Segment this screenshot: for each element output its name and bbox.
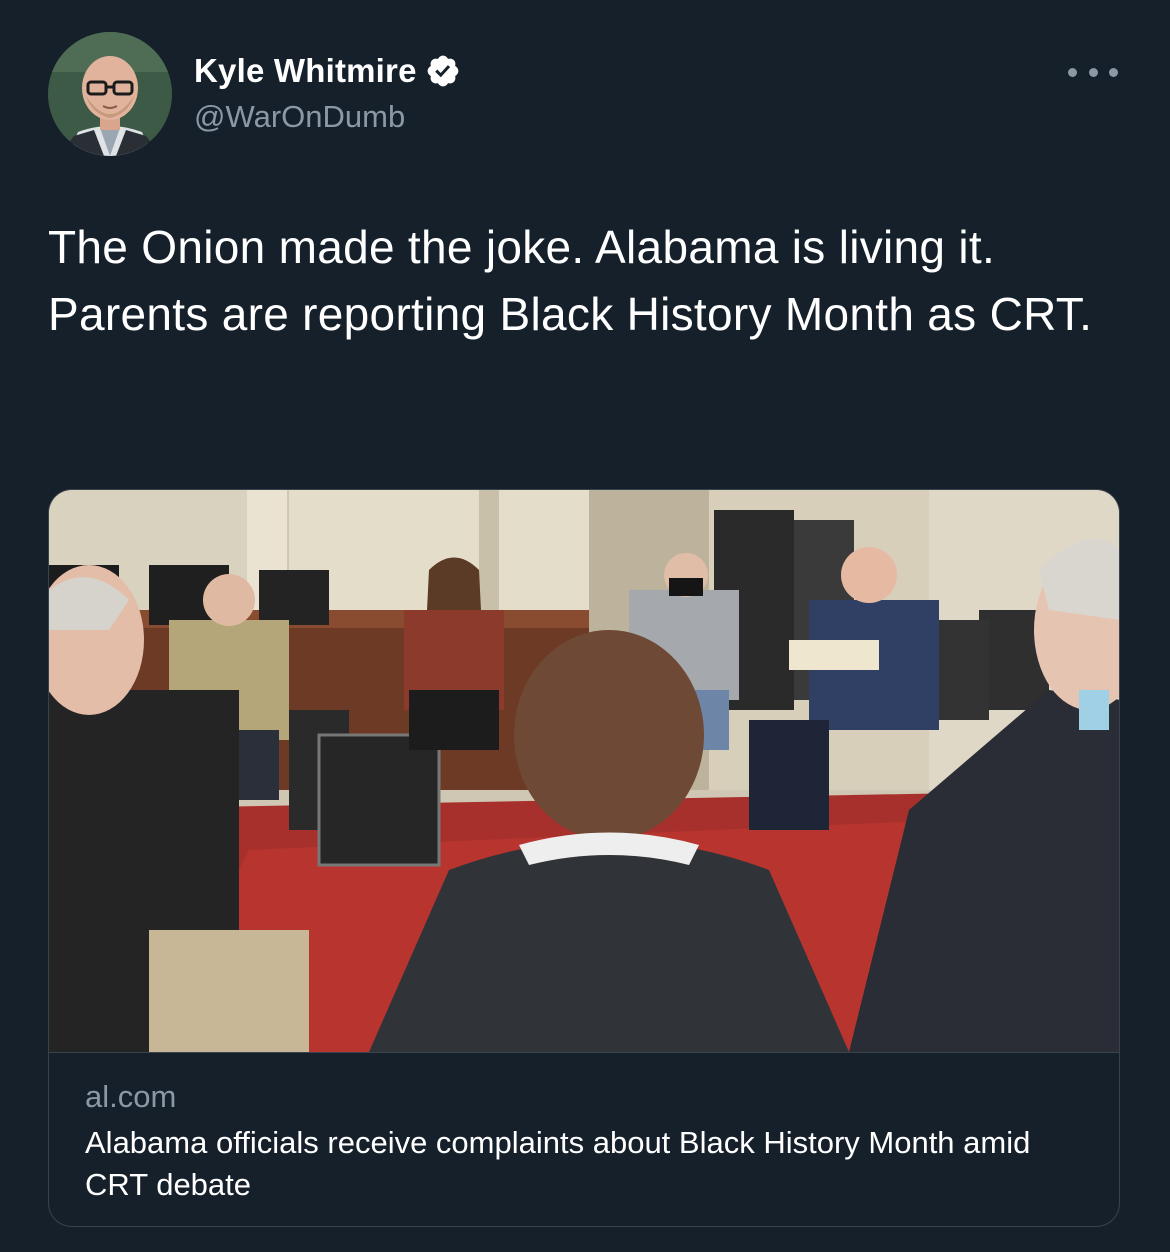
- tweet-text: The Onion made the joke. Alabama is livi…: [48, 221, 1093, 340]
- author-name[interactable]: Kyle Whitmire: [194, 52, 417, 90]
- author-avatar[interactable]: [48, 32, 172, 156]
- more-dot: [1068, 67, 1077, 77]
- card-divider: [49, 1052, 1119, 1053]
- author-handle[interactable]: @WarOnDumb: [194, 99, 405, 135]
- article-photo-image[interactable]: [49, 490, 1120, 1052]
- verified-badge-icon: [425, 53, 461, 89]
- more-options-icon[interactable]: [1068, 60, 1118, 84]
- link-preview-card[interactable]: al.com Alabama officials receive complai…: [48, 489, 1120, 1227]
- tweet: Kyle Whitmire @WarOnDumb The Onion made …: [0, 0, 1170, 1252]
- author-name-row: Kyle Whitmire: [194, 52, 461, 90]
- card-title[interactable]: Alabama officials receive complaints abo…: [85, 1122, 1085, 1206]
- card-domain: al.com: [85, 1079, 177, 1114]
- avatar-photo-icon: [48, 32, 172, 156]
- more-dot: [1109, 67, 1118, 77]
- more-dot: [1088, 67, 1098, 77]
